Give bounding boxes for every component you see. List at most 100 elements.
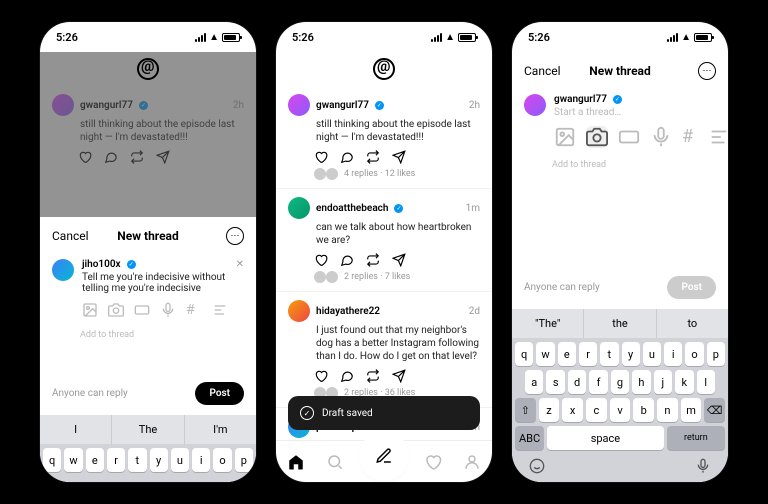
verified-badge: ✓	[139, 101, 148, 110]
profile-tab[interactable]	[463, 453, 481, 471]
hashtag-icon[interactable]: #	[682, 126, 698, 142]
feed[interactable]: gwangurl77✓2hstill thinking about the ep…	[276, 86, 492, 440]
check-icon: ✓	[300, 406, 314, 420]
threads-logo[interactable]	[373, 58, 395, 80]
more-button[interactable]: ⋯	[226, 227, 244, 245]
post-time: 2h	[469, 100, 480, 111]
username: jiho100x	[82, 259, 121, 270]
keyboard[interactable]: qwertyuiop	[40, 444, 256, 482]
phone-left: 5:26 ▲ gwangurl77 ✓ 2h still thinking ab…	[40, 22, 256, 482]
clock: 5:26	[56, 31, 78, 44]
shift-key[interactable]: ⇧	[515, 398, 536, 422]
feed-post[interactable]: endoatthebeach✓1mcan we talk about how h…	[276, 188, 492, 291]
avatar[interactable]	[288, 197, 310, 219]
username[interactable]: gwangurl77	[316, 100, 369, 111]
add-thread[interactable]: Add to thread	[52, 330, 244, 340]
mic-icon[interactable]	[650, 126, 672, 148]
gif-icon[interactable]	[618, 126, 640, 148]
like-icon[interactable]	[314, 253, 328, 267]
compose-text[interactable]: Tell me you're indecisive without tellin…	[82, 272, 244, 294]
battery-icon	[222, 33, 240, 42]
reply-icon[interactable]	[340, 150, 354, 164]
feed-post[interactable]: gwangurl77✓2hstill thinking about the ep…	[276, 86, 492, 188]
hashtag-icon[interactable]: #	[186, 302, 202, 318]
search-tab[interactable]	[326, 453, 344, 471]
keyboard[interactable]: qwertyuiop asdfghjkl ⇧ zxcvbnm ⌫ ABC spa…	[512, 338, 728, 482]
sheet-title: New thread	[117, 229, 178, 243]
space-key[interactable]: space	[547, 426, 664, 450]
username[interactable]: hidayathere22	[316, 306, 380, 317]
threads-logo	[137, 58, 159, 80]
feed-post: gwangurl77 ✓ 2h still thinking about the…	[40, 86, 256, 172]
post-button[interactable]: Post	[667, 276, 716, 299]
camera-chip[interactable]	[586, 126, 608, 148]
like-icon[interactable]	[314, 150, 328, 164]
emoji-icon[interactable]	[529, 458, 545, 474]
clear-icon[interactable]: ✕	[236, 259, 244, 270]
username: gwangurl77	[80, 100, 133, 111]
more-button[interactable]: ⋯	[698, 62, 716, 80]
status-icons: ▲	[195, 32, 240, 43]
backspace-key[interactable]: ⌫	[704, 398, 725, 422]
gallery-icon[interactable]	[82, 302, 98, 318]
repost-icon[interactable]	[366, 150, 380, 164]
avatar	[52, 259, 74, 281]
audience-selector[interactable]: Anyone can reply	[524, 282, 600, 293]
avatar	[524, 94, 546, 116]
share-icon[interactable]	[392, 253, 406, 267]
signal-icon	[195, 33, 206, 42]
tab-bar	[276, 440, 492, 482]
keyboard-suggestions[interactable]: I The I'm	[40, 415, 256, 444]
username: gwangurl77	[554, 94, 607, 105]
home-tab[interactable]	[287, 453, 305, 471]
phone-right: 5:26 ▲ Cancel New thread ⋯ gwangurl77 ✓ …	[512, 22, 728, 482]
repost-icon[interactable]	[366, 369, 380, 383]
avatar	[52, 94, 74, 116]
gif-icon[interactable]	[134, 302, 150, 318]
poll-icon[interactable]	[212, 302, 228, 318]
compose-fab[interactable]	[365, 437, 403, 475]
feed-post[interactable]: hidayathere222dI just found out that my …	[276, 291, 492, 407]
activity-tab[interactable]	[424, 453, 442, 471]
reply-icon[interactable]	[340, 369, 354, 383]
verified-badge: ✓	[613, 95, 622, 104]
wifi-icon: ▲	[209, 32, 219, 43]
verified-badge: ✓	[127, 260, 136, 269]
abc-key[interactable]: ABC	[515, 426, 544, 450]
feed-background: gwangurl77 ✓ 2h still thinking about the…	[40, 52, 256, 217]
sheet-title: New thread	[589, 64, 650, 78]
return-key[interactable]: return	[667, 426, 725, 450]
toast-text: Draft saved	[322, 408, 373, 419]
toast: ✓ Draft saved	[288, 396, 480, 430]
cancel-button[interactable]: Cancel	[52, 229, 89, 243]
post-button[interactable]: Post	[195, 382, 244, 405]
keyboard-suggestions[interactable]: "The" the to	[512, 309, 728, 338]
compose-sheet: Cancel New thread ⋯ jiho100x ✓ ✕ Tell me…	[40, 217, 256, 482]
camera-icon[interactable]	[108, 302, 124, 318]
username[interactable]: endoatthebeach	[316, 203, 388, 214]
phone-center: 5:26 ▲ gwangurl77✓2hstill thinking about…	[276, 22, 492, 482]
like-icon[interactable]	[314, 369, 328, 383]
post-time: 2h	[233, 100, 244, 111]
audience-selector[interactable]: Anyone can reply	[52, 388, 128, 399]
reply-icon[interactable]	[340, 253, 354, 267]
compose-placeholder[interactable]: Start a thread…	[554, 107, 728, 118]
repost-icon	[130, 150, 144, 164]
mic-icon[interactable]	[160, 302, 176, 318]
avatar[interactable]	[288, 94, 310, 116]
avatar[interactable]	[288, 300, 310, 322]
poll-icon[interactable]	[708, 126, 728, 148]
status-bar: 5:26 ▲	[40, 22, 256, 52]
add-thread[interactable]: Add to thread	[524, 160, 716, 170]
share-icon[interactable]	[392, 150, 406, 164]
post-time: 2d	[469, 306, 480, 317]
share-icon[interactable]	[392, 369, 406, 383]
post-body: still thinking about the episode last ni…	[52, 118, 244, 144]
share-icon	[156, 150, 170, 164]
gallery-icon[interactable]	[554, 126, 576, 148]
cancel-button[interactable]: Cancel	[524, 64, 561, 78]
mic-keyboard-icon[interactable]	[695, 458, 711, 474]
reply-icon	[104, 150, 118, 164]
status-bar: 5:26 ▲	[276, 22, 492, 52]
repost-icon[interactable]	[366, 253, 380, 267]
